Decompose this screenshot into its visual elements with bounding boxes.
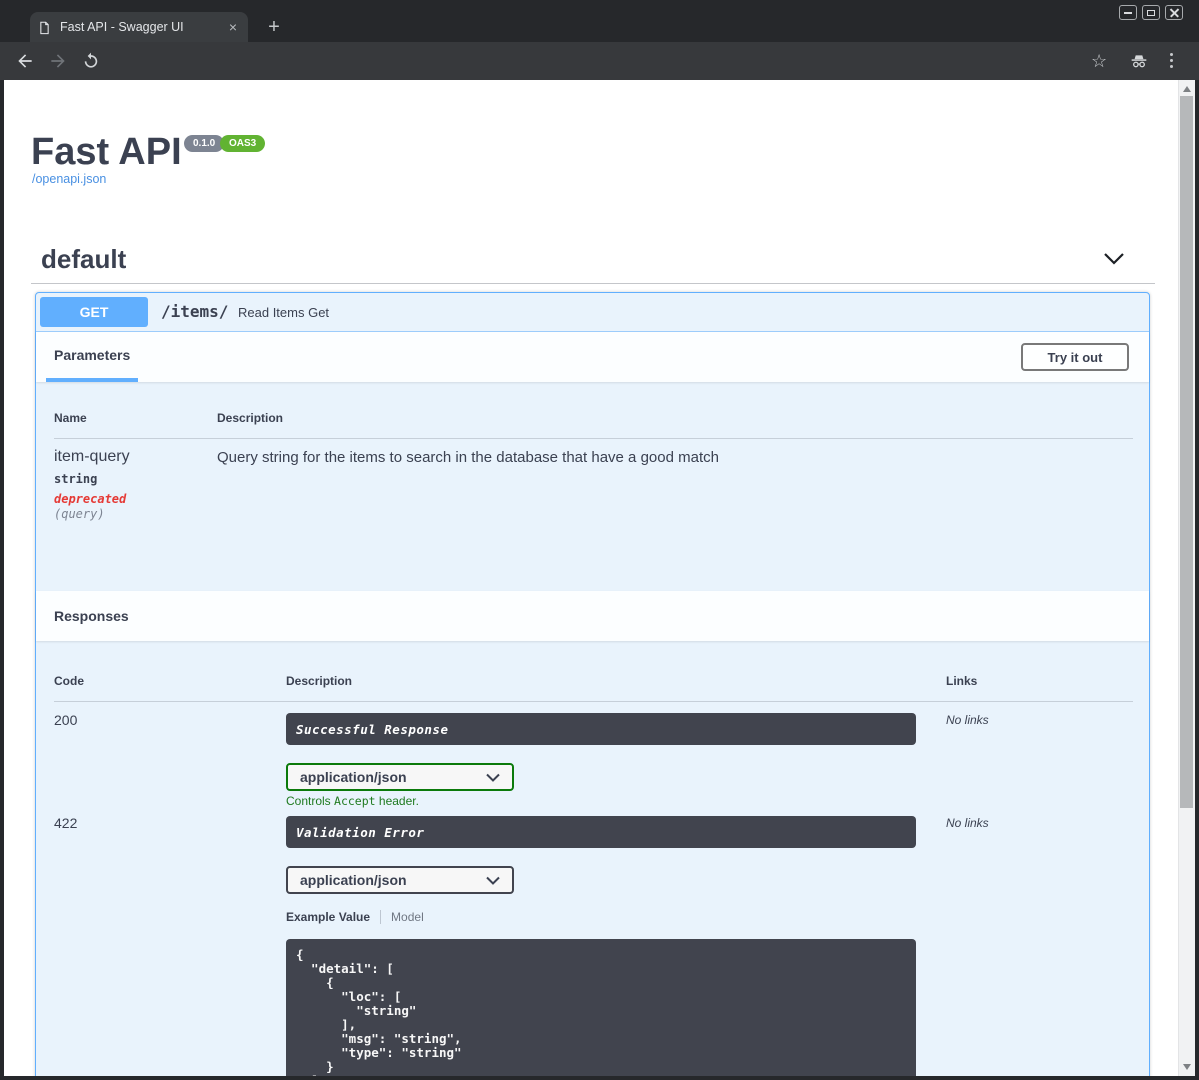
response-code-200: 200: [54, 712, 78, 728]
try-it-out-button[interactable]: Try it out: [1021, 343, 1129, 371]
responses-header: Responses: [36, 591, 1149, 641]
new-tab-button[interactable]: +: [260, 14, 288, 40]
tab-close-icon[interactable]: ×: [226, 20, 240, 34]
response-422-description-box: Validation Error: [286, 816, 916, 848]
response-422-links: No links: [946, 816, 989, 830]
parameter-deprecated-flag: deprecated: [54, 492, 127, 506]
tab-example-value[interactable]: Example Value: [286, 910, 370, 924]
plus-icon: +: [268, 15, 280, 38]
accept-header-note: Controls Accept header.: [286, 794, 419, 808]
operation-summary[interactable]: GET /items/ Read Items Get: [36, 293, 1149, 332]
window-controls: [1119, 5, 1183, 20]
scrollbar-thumb[interactable]: [1180, 96, 1193, 808]
browser-toolbar: 127.0.0.1:8000/docs ☆: [0, 42, 1199, 117]
response-422-description: Validation Error: [296, 824, 425, 840]
response-code-422: 422: [54, 815, 78, 831]
version-badge: 0.1.0: [184, 135, 225, 152]
table-header-divider: [54, 438, 1133, 439]
maximize-button[interactable]: [1142, 5, 1160, 20]
accept-code: Accept: [334, 794, 376, 808]
parameter-name: item-query: [54, 448, 130, 465]
document-favicon-icon: [38, 20, 51, 35]
column-header-name: Name: [54, 411, 87, 425]
opblock-get-items: GET /items/ Read Items Get Parameters Tr…: [35, 292, 1150, 1076]
parameter-type: string: [54, 472, 98, 486]
responses-header-divider: [54, 701, 1133, 702]
operation-summary-text: Read Items Get: [238, 305, 330, 320]
column-header-description: Description: [217, 411, 284, 425]
browser-tab[interactable]: Fast API - Swagger UI ×: [30, 12, 248, 42]
browser-window: Fast API - Swagger UI × + 127: [0, 0, 1199, 1080]
menu-icon[interactable]: [1170, 53, 1174, 69]
maximize-icon: [1147, 9, 1155, 16]
close-icon: [1170, 8, 1179, 17]
tab-title: Fast API - Swagger UI: [60, 20, 184, 34]
minimize-icon: [1124, 11, 1132, 14]
openapi-spec-link[interactable]: /openapi.json: [32, 172, 106, 186]
chevron-down-icon: [486, 773, 500, 782]
back-icon[interactable]: [15, 51, 35, 71]
parameter-description: Query string for the items to search in …: [217, 449, 719, 466]
close-button[interactable]: [1165, 5, 1183, 20]
method-badge-get[interactable]: GET: [40, 297, 148, 327]
operation-path: /items/: [161, 302, 229, 321]
tab-model[interactable]: Model: [391, 910, 424, 924]
media-type-select-422[interactable]: application/json: [286, 866, 514, 894]
scroll-up-icon[interactable]: [1183, 86, 1191, 92]
example-json-code-block: { "detail": [ { "loc": [ "string" ], "ms…: [286, 939, 916, 1076]
tab-separator: [380, 910, 382, 924]
bookmark-star-icon[interactable]: ☆: [1091, 50, 1107, 72]
responses-heading: Responses: [54, 608, 129, 624]
column-header-resp-description: Description: [286, 674, 353, 688]
swagger-page: Fast API 0.1.0 OAS3 /openapi.json defaul…: [4, 80, 1195, 1076]
reload-icon[interactable]: [81, 51, 101, 71]
model-example-tabs: Example Value Model: [286, 910, 424, 924]
media-type-value-200: application/json: [300, 769, 407, 785]
response-200-links: No links: [946, 713, 989, 727]
incognito-profile-icon[interactable]: [1128, 50, 1150, 72]
forward-icon[interactable]: [48, 51, 68, 71]
response-200-description-box: Successful Response: [286, 713, 916, 745]
column-header-code: Code: [54, 674, 84, 688]
page-title: Fast API: [31, 131, 182, 173]
media-type-select-200[interactable]: application/json: [286, 763, 514, 791]
parameters-header: Parameters Try it out: [36, 332, 1149, 382]
response-200-description: Successful Response: [296, 721, 449, 737]
section-tag-default[interactable]: default: [41, 244, 126, 275]
column-header-links: Links: [946, 674, 978, 688]
chevron-down-icon: [486, 876, 500, 885]
oas3-badge: OAS3: [220, 135, 266, 152]
browser-titlebar: Fast API - Swagger UI × +: [0, 0, 1199, 42]
parameter-location: (query): [54, 507, 105, 521]
section-divider: [31, 283, 1155, 284]
tab-parameters[interactable]: Parameters: [46, 332, 139, 382]
minimize-button[interactable]: [1119, 5, 1137, 20]
scroll-down-icon[interactable]: [1183, 1064, 1191, 1070]
media-type-value-422: application/json: [300, 872, 407, 888]
chevron-down-icon[interactable]: [1103, 252, 1125, 266]
